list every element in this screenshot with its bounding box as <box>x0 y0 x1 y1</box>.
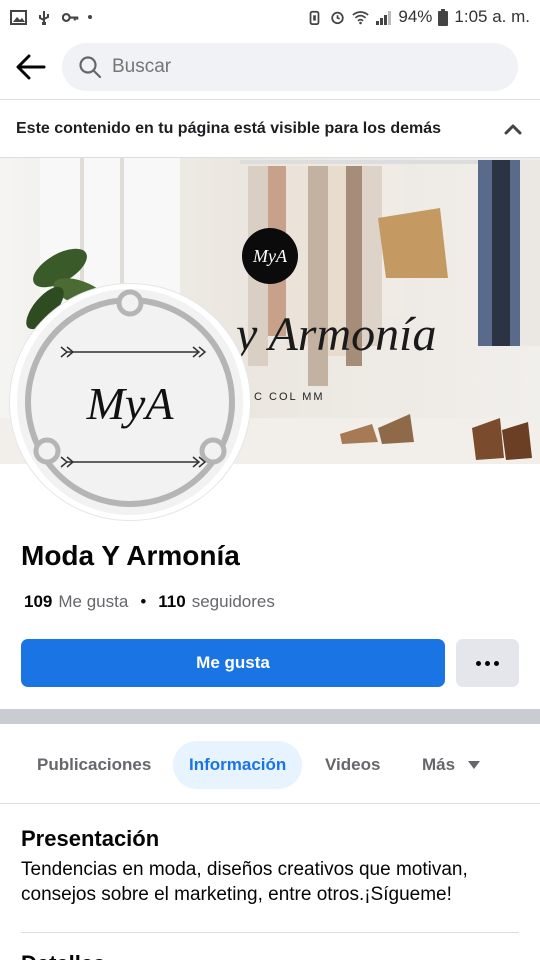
usb-icon <box>39 10 49 25</box>
more-dot-icon <box>476 660 481 666</box>
more-options-button[interactable] <box>456 639 519 687</box>
avatar[interactable]: MyA <box>10 284 250 520</box>
tab-videos[interactable]: Videos <box>325 741 380 789</box>
tab-label: Más <box>422 755 456 774</box>
tab-label: Videos <box>325 755 381 774</box>
divider <box>21 932 519 933</box>
gallery-icon <box>10 9 27 25</box>
signal-icon <box>376 10 392 25</box>
stats-separator: • <box>140 592 147 611</box>
page-stats: 109 Me gusta • 110 seguidores <box>24 592 275 612</box>
search-bar[interactable] <box>62 42 518 91</box>
followers-count: 110 <box>158 592 186 611</box>
more-dot-icon <box>485 660 490 666</box>
section-description: Tendencias en moda, diseños creativos qu… <box>21 859 468 905</box>
key-icon <box>62 12 79 22</box>
likes-label: Me gusta <box>58 592 129 611</box>
avatar-text: MyA <box>86 378 175 429</box>
section-title-presentacion: Presentación <box>21 826 160 851</box>
arrow-left-icon <box>16 54 46 79</box>
caret-down-icon <box>468 761 481 769</box>
tab-mas[interactable]: Más <box>422 741 481 789</box>
battery-icon <box>438 8 449 26</box>
page-tabs: Publicaciones Información Videos Más <box>0 724 540 804</box>
visibility-banner-text: Este contenido en tu página está visible… <box>16 119 442 137</box>
chevron-up-icon[interactable] <box>502 118 524 140</box>
alarm-icon <box>331 11 345 24</box>
status-left-icons <box>10 9 92 25</box>
status-bar: 94% 1:05 a. m. <box>0 0 540 34</box>
wifi-icon <box>352 10 370 24</box>
cover-logo-text: MyA <box>252 246 288 266</box>
avatar-image: MyA <box>17 289 243 515</box>
page-title: Moda Y Armonía <box>21 540 240 571</box>
visibility-banner[interactable]: Este contenido en tu página está visible… <box>0 100 540 158</box>
battery-percent: 94% <box>398 7 433 26</box>
cover-brand-text: y Armonía <box>231 308 436 361</box>
likes-count: 109 <box>24 592 53 611</box>
search-icon <box>79 55 102 78</box>
back-button[interactable] <box>0 37 62 97</box>
search-header <box>0 34 540 100</box>
like-button[interactable]: Me gusta <box>21 639 445 687</box>
clock: 1:05 a. m. <box>454 7 530 26</box>
section-title-detalles: Detalles <box>21 951 105 960</box>
followers-label: seguidores <box>191 592 275 611</box>
notification-dot-icon <box>88 15 92 19</box>
battery-saver-icon <box>310 10 320 25</box>
more-dot-icon <box>494 660 499 666</box>
tab-label: Publicaciones <box>37 755 152 774</box>
tab-informacion[interactable]: Información <box>173 741 303 789</box>
tab-publicaciones[interactable]: Publicaciones <box>37 741 151 789</box>
search-input[interactable] <box>112 55 492 78</box>
tab-label: Información <box>189 755 287 774</box>
section-divider <box>0 709 540 724</box>
cover-tagline: C COL MM <box>254 391 325 403</box>
like-button-label: Me gusta <box>196 653 270 672</box>
status-right: 94% 1:05 a. m. <box>306 7 530 27</box>
